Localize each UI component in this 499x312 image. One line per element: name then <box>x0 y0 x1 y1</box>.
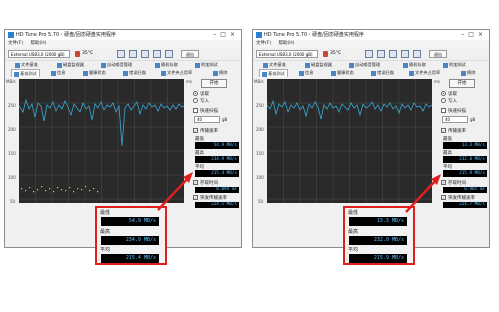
comparison-screenshot: HD Tune Pro 5.70 - 硬盘/固态硬盘实用程序 –□× 文件(F)… <box>0 0 499 312</box>
callout-arrow-right <box>405 174 441 213</box>
